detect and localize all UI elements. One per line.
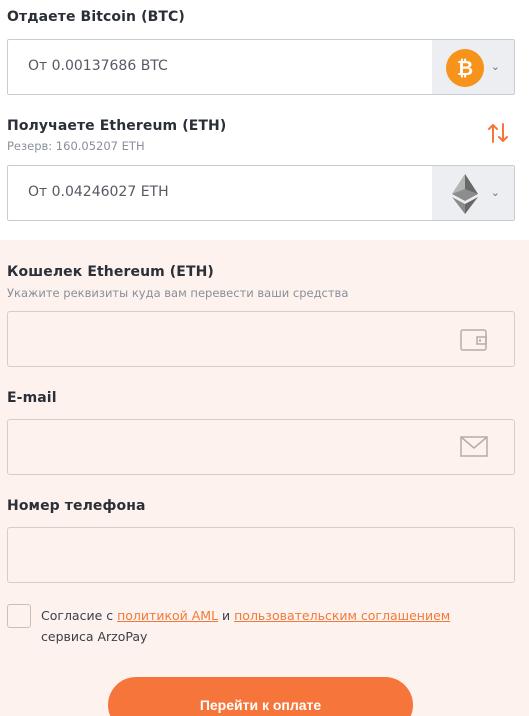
chevron-down-icon: ⌄ [490, 60, 500, 73]
consent-prefix: Согласие с [41, 608, 118, 623]
phone-label: Номер телефона [7, 498, 146, 514]
bitcoin-icon: ₿ [446, 49, 484, 91]
email-input[interactable] [7, 419, 515, 475]
consent-suffix: сервиса ArzoPay [41, 629, 148, 644]
receive-amount-field[interactable]: От 0.04246027 ETH ⌄ [7, 165, 515, 221]
receive-amount-input[interactable]: От 0.04246027 ETH [28, 184, 169, 200]
reserve-text: Резерв: 160.05207 ETH [7, 139, 145, 153]
consent-text: Согласие с политикой AML и пользовательс… [41, 605, 501, 647]
wallet-icon [460, 328, 488, 356]
chevron-down-icon: ⌄ [490, 186, 500, 199]
email-label: E-mail [7, 390, 57, 406]
aml-policy-link[interactable]: политикой AML [117, 608, 218, 623]
swap-arrows-icon[interactable] [488, 122, 508, 148]
give-label: Отдаете Bitcoin (BTC) [7, 9, 185, 25]
svg-text:₿: ₿ [457, 56, 473, 80]
wallet-hint: Укажите реквизиты куда вам перевести ваш… [7, 286, 349, 300]
phone-input[interactable] [7, 527, 515, 583]
give-amount-input[interactable]: От 0.00137686 BTC [28, 58, 168, 74]
give-currency-selector[interactable]: ₿ ⌄ [432, 40, 514, 94]
receive-label: Получаете Ethereum (ETH) [7, 118, 227, 134]
consent-checkbox[interactable] [7, 604, 31, 628]
terms-link[interactable]: пользовательским соглашением [234, 608, 450, 623]
wallet-label: Кошелек Ethereum (ETH) [7, 264, 214, 280]
ethereum-icon [452, 174, 478, 218]
receive-currency-selector[interactable]: ⌄ [432, 166, 514, 220]
envelope-icon [460, 436, 488, 462]
wallet-input[interactable] [7, 311, 515, 367]
consent-middle: и [218, 608, 235, 623]
exchange-section: Отдаете Bitcoin (BTC) От 0.00137686 BTC … [0, 0, 529, 240]
proceed-to-payment-button[interactable]: Перейти к оплате [108, 677, 413, 716]
give-amount-field[interactable]: От 0.00137686 BTC ₿ ⌄ [7, 39, 515, 95]
